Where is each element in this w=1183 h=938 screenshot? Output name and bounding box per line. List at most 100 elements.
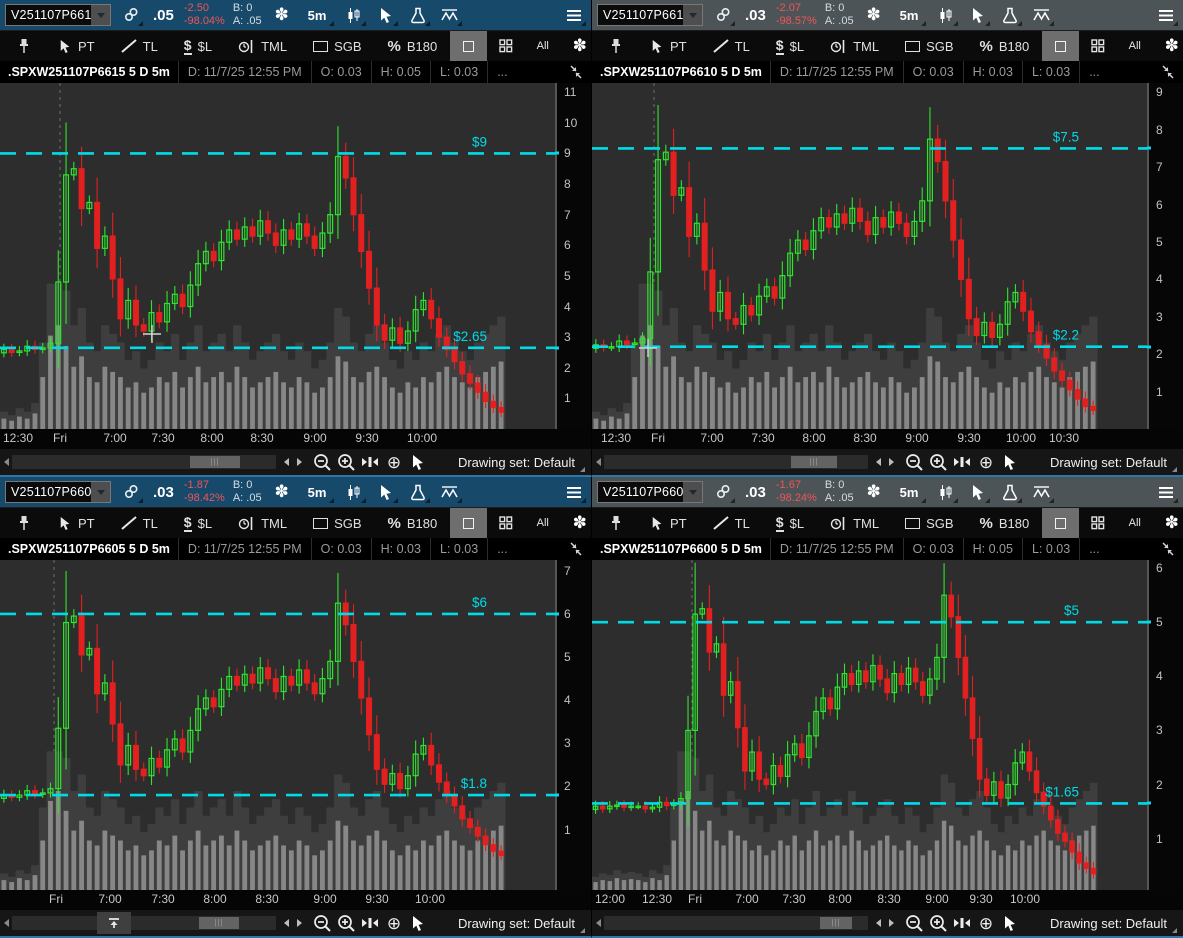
- tool-tml[interactable]: TML: [225, 31, 300, 61]
- price-axis[interactable]: 654321: [1147, 560, 1183, 890]
- chart-area[interactable]: $9$2.65 1110987654321: [0, 83, 591, 429]
- symbol-input[interactable]: V251107P6605: [5, 481, 111, 503]
- zoom-in-button[interactable]: [335, 912, 357, 934]
- bar-width-button[interactable]: [951, 912, 973, 934]
- chart-type-candles-icon[interactable]: [342, 3, 366, 27]
- tool-tl[interactable]: TL: [108, 508, 171, 538]
- pointer-mode-button[interactable]: [999, 451, 1021, 473]
- scrollbar-thumb[interactable]: [190, 456, 240, 468]
- scroll-left-icon[interactable]: [4, 458, 9, 466]
- all-charts-button[interactable]: All: [1116, 508, 1153, 538]
- studies-flask-icon[interactable]: [406, 3, 430, 27]
- link-charts-icon[interactable]: [119, 3, 143, 27]
- page-left-icon[interactable]: [284, 919, 289, 927]
- tool-b180[interactable]: % B180: [375, 31, 451, 61]
- symbol-input[interactable]: V251107P6615: [5, 4, 111, 26]
- scroll-left-icon[interactable]: [596, 919, 601, 927]
- symbol-value[interactable]: V251107P6600: [598, 485, 683, 499]
- link-charts-icon[interactable]: [711, 480, 735, 504]
- scrollbar-thumb[interactable]: [199, 917, 239, 929]
- page-right-icon[interactable]: [889, 919, 894, 927]
- tool-pt[interactable]: PT: [638, 508, 700, 538]
- settings-gear-icon[interactable]: ✽: [862, 3, 886, 27]
- chart-area[interactable]: $5$1.65 654321: [592, 560, 1183, 890]
- chart-type-candles-icon[interactable]: [342, 480, 366, 504]
- scrollbar-thumb[interactable]: [820, 917, 852, 929]
- all-charts-button[interactable]: All: [524, 508, 561, 538]
- patterns-icon[interactable]: [438, 480, 462, 504]
- price-axis[interactable]: 1110987654321: [555, 83, 591, 429]
- pointer-mode-button[interactable]: [407, 451, 429, 473]
- zoom-out-button[interactable]: [903, 912, 925, 934]
- studies-flask-icon[interactable]: [406, 480, 430, 504]
- single-view-button[interactable]: [1042, 508, 1079, 538]
- pin-icon[interactable]: [604, 34, 628, 58]
- timeframe-button[interactable]: 5m: [894, 480, 927, 504]
- bar-width-button[interactable]: [359, 912, 381, 934]
- grid-view-button[interactable]: [487, 508, 524, 538]
- single-view-button[interactable]: [450, 31, 487, 61]
- symbol-dropdown-button[interactable]: [91, 482, 110, 502]
- tool-sgb[interactable]: SGB: [300, 31, 374, 61]
- tool-pt[interactable]: PT: [46, 508, 108, 538]
- page-left-icon[interactable]: [876, 919, 881, 927]
- drawing-set-selector[interactable]: Drawing set: Default: [458, 916, 585, 931]
- symbol-input[interactable]: V251107P6600: [597, 481, 703, 503]
- tool-sgb[interactable]: SGB: [892, 508, 966, 538]
- header-more[interactable]: ...: [487, 538, 533, 560]
- chart-type-candles-icon[interactable]: [934, 3, 958, 27]
- tool-sgb[interactable]: SGB: [300, 508, 374, 538]
- chart-area[interactable]: $6$1.8 7654321: [0, 560, 591, 890]
- tool-tl[interactable]: TL: [108, 31, 171, 61]
- crosshair-target-button[interactable]: ⊕: [975, 451, 997, 473]
- symbol-input[interactable]: V251107P6610: [597, 4, 703, 26]
- detach-restore-icon[interactable]: [567, 61, 585, 83]
- candlestick-plot[interactable]: $9$2.65: [0, 83, 555, 429]
- tool-tl[interactable]: TL: [700, 508, 763, 538]
- pointer-mode-button[interactable]: [999, 912, 1021, 934]
- drawing-set-selector[interactable]: Drawing set: Default: [1050, 455, 1177, 470]
- price-axis[interactable]: 987654321: [1147, 83, 1183, 429]
- timeframe-button[interactable]: 5m: [302, 480, 335, 504]
- candlestick-plot[interactable]: $6$1.8: [0, 560, 555, 890]
- timeframe-button[interactable]: 5m: [302, 3, 335, 27]
- pin-icon[interactable]: [12, 34, 36, 58]
- time-axis[interactable]: 12:30Fri7:007:308:008:309:009:3010:0010:…: [592, 429, 1183, 449]
- tool-pt[interactable]: PT: [46, 31, 108, 61]
- tool-tml[interactable]: TML: [817, 31, 892, 61]
- zoom-out-button[interactable]: [311, 912, 333, 934]
- symbol-value[interactable]: V251107P6610: [598, 8, 683, 22]
- cursor-tool-icon[interactable]: [374, 480, 398, 504]
- patterns-icon[interactable]: [1030, 3, 1054, 27]
- chart-area[interactable]: $7.5$2.2 987654321: [592, 83, 1183, 429]
- studies-flask-icon[interactable]: [998, 480, 1022, 504]
- crosshair-target-button[interactable]: ⊕: [383, 451, 405, 473]
- patterns-icon[interactable]: [438, 3, 462, 27]
- symbol-dropdown-button[interactable]: [91, 5, 110, 25]
- settings-gear-icon[interactable]: ✽: [270, 3, 294, 27]
- chart-scrollbar[interactable]: [12, 916, 276, 930]
- detach-restore-icon[interactable]: [567, 538, 585, 560]
- price-axis[interactable]: 7654321: [555, 560, 591, 890]
- toolbar-settings-gear-icon[interactable]: ✽: [1153, 31, 1183, 61]
- cursor-tool-icon[interactable]: [374, 3, 398, 27]
- zoom-in-button[interactable]: [927, 912, 949, 934]
- scroll-left-icon[interactable]: [4, 919, 9, 927]
- tool-dollar-l[interactable]: $ $L: [171, 508, 225, 538]
- pin-icon[interactable]: [12, 511, 36, 535]
- pin-icon[interactable]: [604, 511, 628, 535]
- chart-scrollbar[interactable]: [604, 916, 868, 930]
- bar-width-button[interactable]: [359, 451, 381, 473]
- detach-restore-icon[interactable]: [1159, 61, 1177, 83]
- header-more[interactable]: ...: [1079, 538, 1125, 560]
- link-charts-icon[interactable]: [711, 3, 735, 27]
- drawing-set-selector[interactable]: Drawing set: Default: [458, 455, 585, 470]
- detach-restore-icon[interactable]: [1159, 538, 1177, 560]
- crosshair-target-button[interactable]: ⊕: [975, 912, 997, 934]
- page-right-icon[interactable]: [889, 458, 894, 466]
- cursor-tool-icon[interactable]: [966, 480, 990, 504]
- page-right-icon[interactable]: [297, 919, 302, 927]
- time-axis[interactable]: 12:0012:30Fri7:007:308:008:309:009:3010:…: [592, 890, 1183, 910]
- menu-icon[interactable]: [562, 3, 586, 27]
- timeframe-button[interactable]: 5m: [894, 3, 927, 27]
